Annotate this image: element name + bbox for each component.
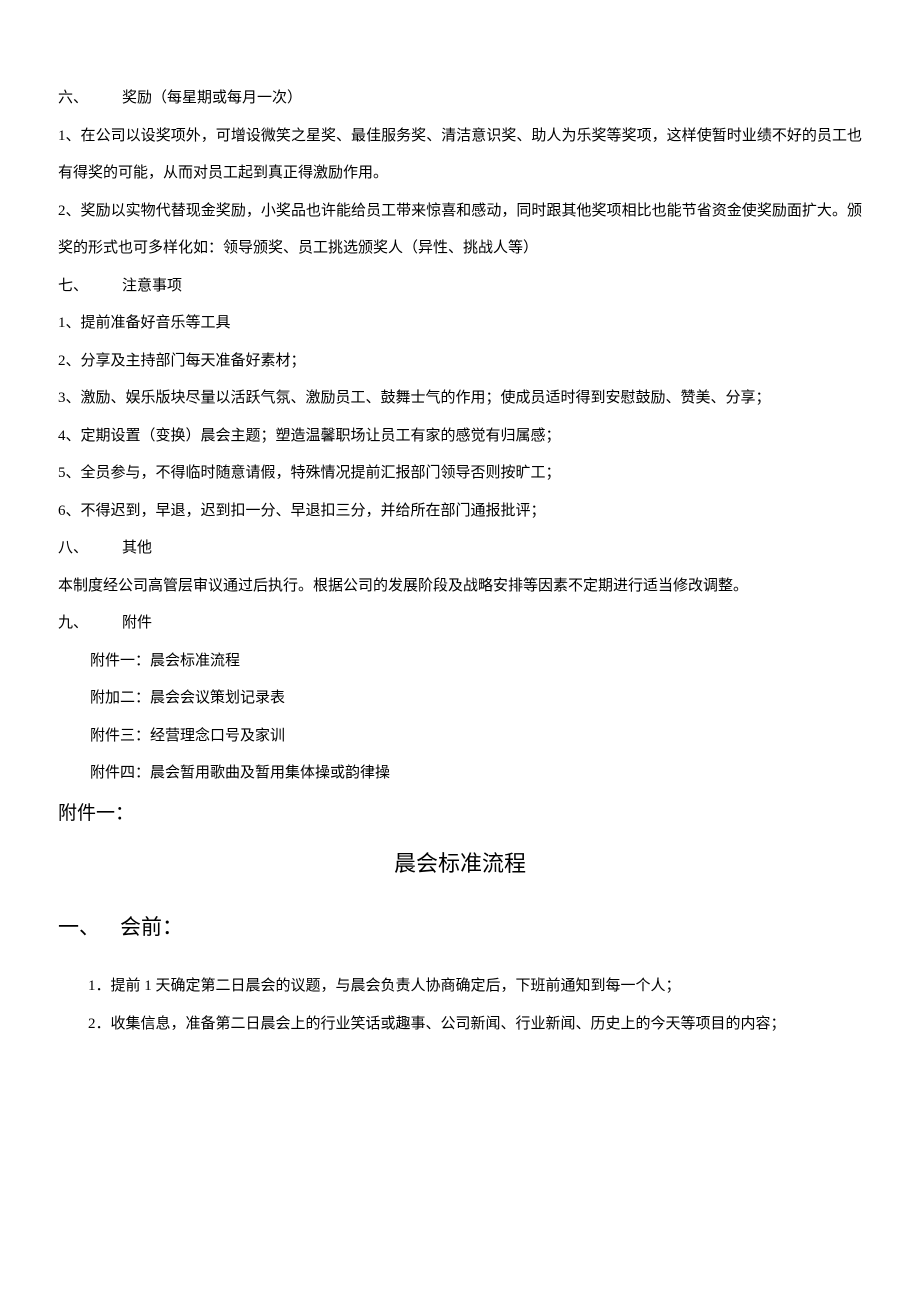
section-num: 八、 xyxy=(58,530,122,568)
attachment-one-label: 附件一： xyxy=(58,793,862,835)
section-eight-content: 本制度经公司高管层审议通过后执行。根据公司的发展阶段及战略安排等因素不定期进行适… xyxy=(58,568,862,606)
section-seven-item-2: 2、分享及主持部门每天准备好素材； xyxy=(58,343,862,381)
section-seven-item-3: 3、激励、娱乐版块尽量以活跃气氛、激励员工、鼓舞士气的作用；使成员适时得到安慰鼓… xyxy=(58,380,862,418)
attachment-item-1: 附件一：晨会标准流程 xyxy=(90,643,862,681)
attachment-one-title: 晨会标准流程 xyxy=(58,842,862,886)
section-eight-header: 八、 其他 xyxy=(58,530,862,568)
section-six-item-2: 2、奖励以实物代替现金奖励，小奖品也许能给员工带来惊喜和感动，同时跟其他奖项相比… xyxy=(58,193,862,268)
pre-meeting-item-1: 1．提前 1 天确定第二日晨会的议题，与晨会负责人协商确定后，下班前通知到每一个… xyxy=(58,968,862,1006)
attachment-item-4: 附件四：晨会暂用歌曲及暂用集体操或韵律操 xyxy=(90,755,862,793)
section-seven-item-4: 4、定期设置（变换）晨会主题；塑造温馨职场让员工有家的感觉有归属感； xyxy=(58,418,862,456)
section-num: 九、 xyxy=(58,605,122,643)
section-num: 七、 xyxy=(58,268,122,306)
section-title: 其他 xyxy=(122,530,152,568)
section-six-header: 六、 奖励（每星期或每月一次） xyxy=(58,80,862,118)
section-seven-item-5: 5、全员参与，不得临时随意请假，特殊情况提前汇报部门领导否则按旷工； xyxy=(58,455,862,493)
section-title: 注意事项 xyxy=(122,268,182,306)
section-seven-item-1: 1、提前准备好音乐等工具 xyxy=(58,305,862,343)
section-seven-header: 七、 注意事项 xyxy=(58,268,862,306)
pre-meeting-item-2: 2．收集信息，准备第二日晨会上的行业笑话或趣事、公司新闻、行业新闻、历史上的今天… xyxy=(58,1006,862,1044)
subsection-one-header: 一、会前： xyxy=(58,906,862,948)
subsection-title: 会前： xyxy=(120,915,183,939)
section-title: 奖励（每星期或每月一次） xyxy=(122,80,302,118)
section-num: 六、 xyxy=(58,80,122,118)
section-six-item-1: 1、在公司以设奖项外，可增设微笑之星奖、最佳服务奖、清洁意识奖、助人为乐奖等奖项… xyxy=(58,118,862,193)
section-nine-header: 九、 附件 xyxy=(58,605,862,643)
subsection-num: 一、 xyxy=(58,906,120,948)
section-title: 附件 xyxy=(122,605,152,643)
attachment-item-3: 附件三：经营理念口号及家训 xyxy=(90,718,862,756)
section-seven-item-6: 6、不得迟到，早退，迟到扣一分、早退扣三分，并给所在部门通报批评； xyxy=(58,493,862,531)
attachment-item-2: 附加二：晨会会议策划记录表 xyxy=(90,680,862,718)
